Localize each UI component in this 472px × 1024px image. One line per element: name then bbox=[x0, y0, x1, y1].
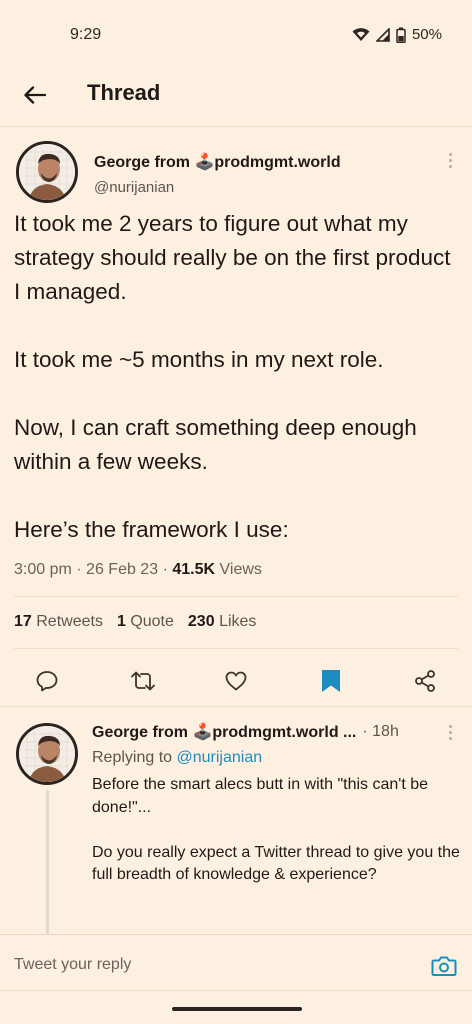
quotes-label: Quote bbox=[130, 613, 174, 630]
quotes-count: 1 bbox=[116, 613, 126, 630]
status-time: 9:29 bbox=[70, 26, 102, 43]
reply-paragraph: Before the smart alecs butt in with "thi… bbox=[92, 776, 429, 816]
replying-to: Replying to @nurijanian bbox=[92, 749, 262, 767]
tweet-paragraph: It took me 2 years to figure out what my… bbox=[14, 211, 451, 304]
retweet-button[interactable] bbox=[126, 664, 160, 698]
replying-to-label: Replying to bbox=[92, 749, 173, 766]
reply-text: Before the smart alecs butt in with "thi… bbox=[92, 774, 462, 887]
more-dot bbox=[448, 158, 452, 162]
reply-icon bbox=[36, 671, 58, 692]
battery-icon bbox=[396, 27, 406, 43]
bookmark-filled-icon bbox=[322, 670, 340, 692]
tweet-paragraph: Now, I can craft something deep enough w… bbox=[14, 415, 417, 474]
stats-divider bbox=[14, 648, 458, 649]
reply-author-name[interactable]: George from 🕹️prodmgmt.world ... bbox=[92, 722, 356, 742]
retweets-count: 17 bbox=[14, 613, 32, 630]
like-button[interactable] bbox=[219, 664, 253, 698]
more-options-button[interactable] bbox=[440, 150, 460, 170]
retweets-label: Retweets bbox=[36, 613, 103, 630]
more-dot bbox=[448, 724, 452, 728]
tweet-text: It took me 2 years to figure out what my… bbox=[14, 207, 458, 547]
heart-icon bbox=[225, 671, 247, 691]
retweets-stat[interactable]: 17 Retweets bbox=[14, 613, 103, 631]
avatar-photo bbox=[19, 144, 75, 200]
replying-to-mention[interactable]: @nurijanian bbox=[177, 749, 263, 766]
views-label: Views bbox=[219, 561, 262, 578]
cellular-signal-icon bbox=[375, 27, 390, 42]
camera-button[interactable] bbox=[428, 950, 460, 982]
meta-separator: · bbox=[162, 561, 173, 578]
tweet-paragraph: It took me ~5 months in my next role. bbox=[14, 347, 384, 372]
reply-age: · 18h bbox=[362, 723, 399, 740]
author-handle[interactable]: @nurijanian bbox=[94, 179, 174, 196]
avatar-photo bbox=[19, 726, 75, 782]
reply-button[interactable] bbox=[30, 664, 64, 698]
meta-separator: · bbox=[76, 561, 87, 578]
thread-connector-line bbox=[46, 790, 49, 936]
reply-avatar[interactable] bbox=[16, 723, 78, 785]
views-count: 41.5K bbox=[172, 561, 216, 578]
reply-paragraph: Do you really expect a Twitter thread to… bbox=[92, 843, 460, 884]
header-divider bbox=[0, 126, 472, 127]
tweet-time: 3:00 pm bbox=[14, 561, 72, 578]
share-button[interactable] bbox=[408, 664, 442, 698]
back-button[interactable] bbox=[18, 78, 52, 112]
quotes-stat[interactable]: 1 Quote bbox=[117, 613, 174, 631]
meta-divider bbox=[14, 596, 458, 597]
page-title: Thread bbox=[87, 80, 161, 105]
likes-stat[interactable]: 230 Likes bbox=[188, 613, 257, 631]
more-dot bbox=[448, 164, 452, 168]
camera-icon bbox=[431, 956, 457, 976]
author-name[interactable]: George from 🕹️prodmgmt.world bbox=[94, 152, 341, 172]
engagement-stats: 17 Retweets 1 Quote 230 Likes bbox=[14, 613, 256, 631]
wifi-icon bbox=[352, 27, 370, 41]
more-dot bbox=[448, 730, 452, 734]
reply-input[interactable] bbox=[14, 947, 404, 983]
composer-divider bbox=[0, 990, 472, 991]
reply-header: George from 🕹️prodmgmt.world ... · 18h bbox=[92, 722, 399, 742]
tweet-date: 26 Feb 23 bbox=[86, 561, 159, 578]
reply-age-value: 18h bbox=[372, 723, 399, 740]
likes-count: 230 bbox=[187, 613, 215, 630]
actions-divider bbox=[0, 706, 472, 707]
reply-more-options-button[interactable] bbox=[440, 722, 460, 742]
author-name-text: George from 🕹️prodmgmt.world bbox=[94, 154, 341, 171]
retweet-icon bbox=[131, 671, 155, 691]
avatar[interactable] bbox=[16, 141, 78, 203]
status-icons: 50% bbox=[352, 26, 442, 43]
battery-percent: 50% bbox=[411, 26, 442, 43]
share-icon bbox=[415, 670, 435, 692]
arrow-left-icon bbox=[24, 86, 46, 104]
bookmark-button[interactable] bbox=[314, 664, 348, 698]
tweet-paragraph: Here’s the framework I use: bbox=[14, 517, 289, 542]
gesture-nav-handle[interactable] bbox=[172, 1007, 302, 1011]
more-dot bbox=[448, 736, 452, 740]
more-dot bbox=[448, 152, 452, 156]
tweet-meta: 3:00 pm · 26 Feb 23 · 41.5K Views bbox=[14, 561, 262, 579]
likes-label: Likes bbox=[219, 613, 257, 630]
